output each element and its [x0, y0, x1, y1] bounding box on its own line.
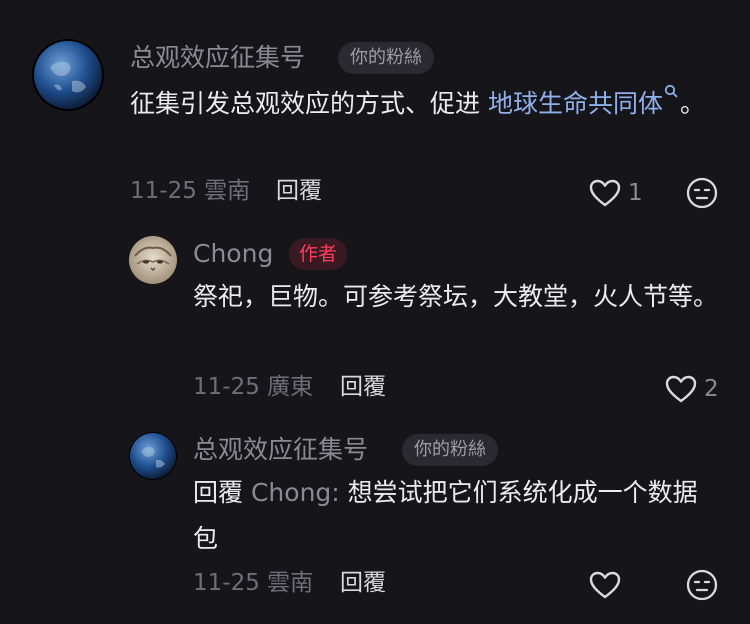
heart-outline-icon: [665, 375, 697, 403]
like-count: 1: [628, 180, 643, 206]
comment-text: 征集引发总观效应的方式、促进 地球生命共同体。: [130, 81, 730, 127]
reply-button[interactable]: 回覆: [276, 176, 322, 206]
follower-badge: 你的粉絲: [338, 42, 434, 74]
earth-avatar-image: [32, 39, 104, 111]
comment-location: 雲南: [204, 178, 251, 204]
heart-outline-icon: [589, 179, 621, 207]
comment-location: 廣東: [267, 374, 314, 400]
reply-button[interactable]: 回覆: [340, 372, 386, 402]
comment-date: 11-25: [193, 570, 260, 596]
reply-to-username[interactable]: Chong:: [251, 478, 340, 507]
comment-text-part: 。: [679, 89, 705, 118]
comment-username[interactable]: 总观效应征集号: [193, 433, 368, 467]
comment-date: 11-25: [130, 178, 197, 204]
comment-thread: 总观效应征集号 你的粉絲 征集引发总观效应的方式、促进 地球生命共同体。 11-…: [0, 0, 750, 624]
comment-location: 雲南: [267, 570, 314, 596]
dislike-face-icon: [686, 177, 718, 209]
comment-meta: 11-25 廣東: [193, 372, 313, 402]
earth-avatar-image: [129, 432, 177, 480]
dislike-face-icon: [686, 569, 718, 601]
like-count: 2: [704, 376, 719, 402]
comment-username[interactable]: 总观效应征集号: [130, 41, 305, 75]
comment-text: 祭祀，巨物。可参考祭坛，大教堂，火人节等。: [193, 282, 719, 311]
reply-button[interactable]: 回覆: [340, 568, 386, 598]
cat-avatar-image: [129, 236, 177, 284]
avatar[interactable]: [129, 432, 177, 480]
search-icon: [664, 84, 678, 98]
topic-link[interactable]: 地球生命共同体: [488, 89, 663, 118]
comment-meta: 11-25 雲南: [193, 568, 313, 598]
comment-text-part: 征集引发总观效应的方式、促进: [130, 89, 488, 118]
like-button[interactable]: [588, 565, 622, 605]
like-button[interactable]: 2: [664, 369, 719, 409]
comment-username[interactable]: Chong: [193, 237, 273, 271]
comment-text: 回覆 Chong: 想尝试把它们系统化成一个数据包: [193, 470, 713, 562]
reply-prefix: 回覆: [193, 478, 244, 507]
dislike-button[interactable]: [685, 568, 719, 602]
follower-badge: 你的粉絲: [402, 434, 498, 466]
comment-meta: 11-25 雲南: [130, 176, 250, 206]
heart-outline-icon: [589, 571, 621, 599]
dislike-button[interactable]: [685, 176, 719, 210]
comment-date: 11-25: [193, 374, 260, 400]
author-badge: 作者: [289, 238, 348, 270]
avatar[interactable]: [32, 39, 104, 111]
avatar[interactable]: [129, 236, 177, 284]
like-button[interactable]: 1: [588, 173, 643, 213]
